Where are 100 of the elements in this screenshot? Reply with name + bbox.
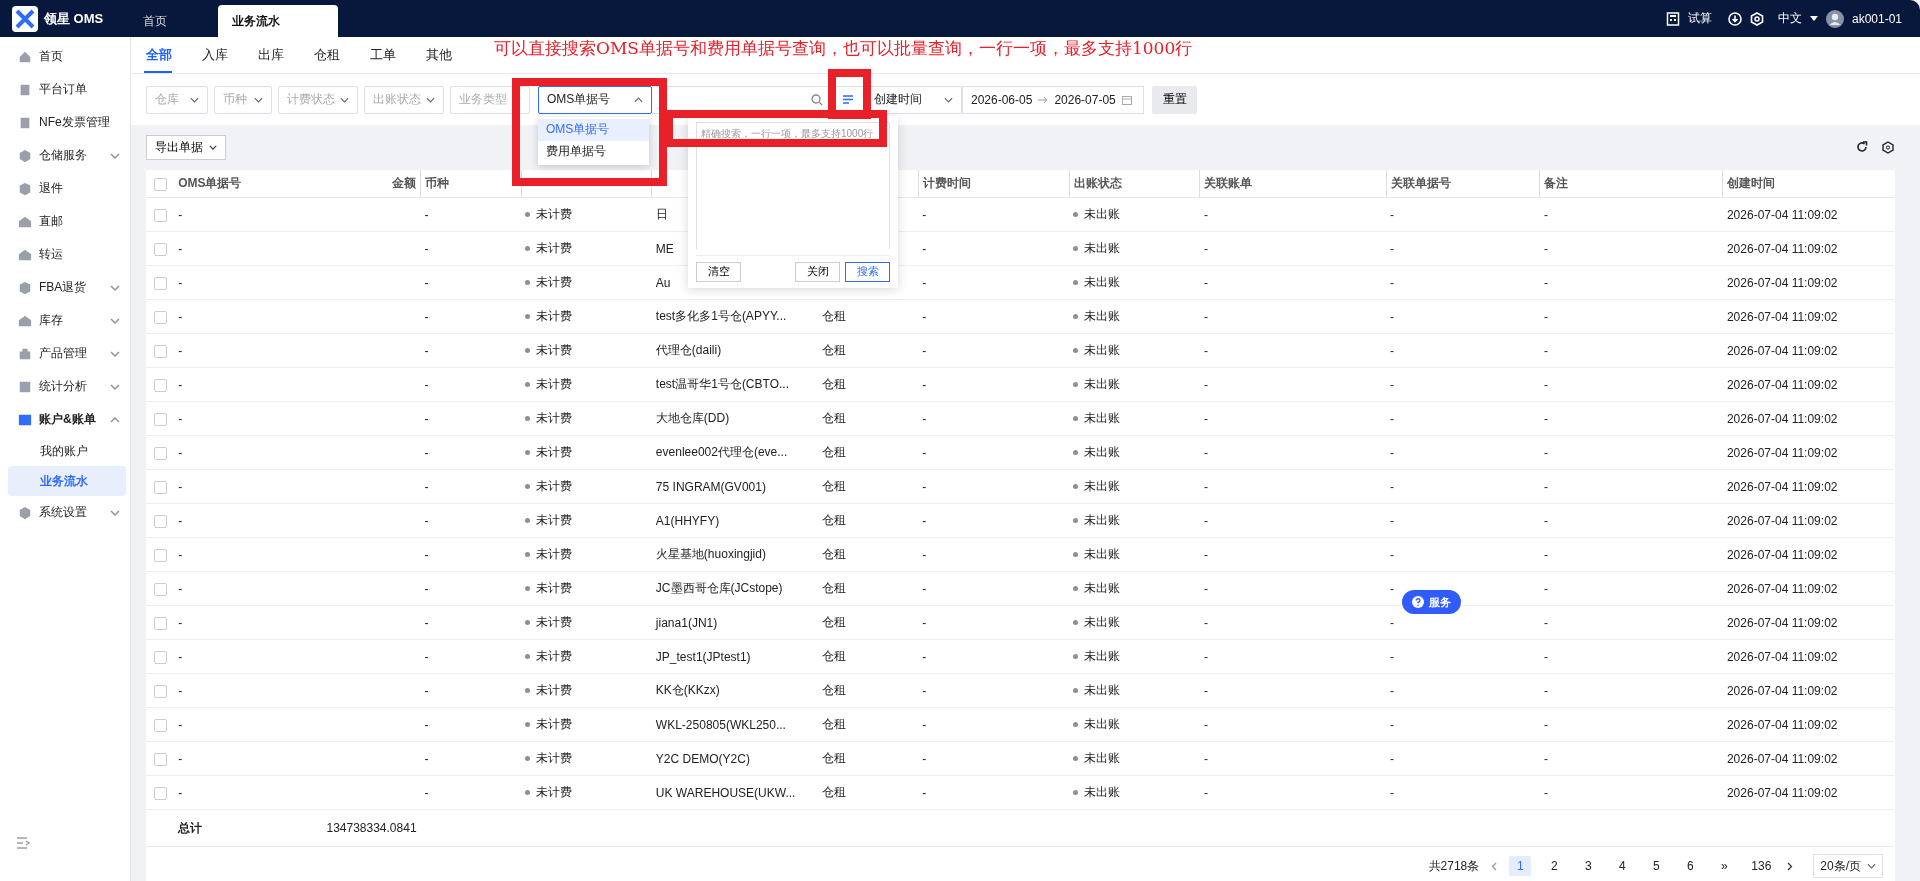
next-page-icon[interactable] [1787,861,1794,871]
help-icon [1412,596,1424,608]
sidebar-item[interactable]: 统计分析 [0,370,130,403]
download-icon[interactable] [1727,11,1742,26]
dropdown-option[interactable]: OMS单据号 [538,118,649,141]
status-label: 未出账 [1084,444,1121,461]
service-button[interactable]: 服务 [1402,590,1461,614]
sidebar-item[interactable]: 退件 [0,172,130,205]
chevron-down-icon[interactable] [110,152,120,159]
dropdown-option[interactable]: 费用单据号 [538,140,649,163]
calculator-icon[interactable] [1665,11,1680,26]
sidebar-item[interactable]: 平台订单 [0,73,130,106]
row-checkbox[interactable] [154,718,167,732]
sidebar-item[interactable]: 库存 [0,304,130,337]
table-cell: - [424,581,429,596]
caret-icon[interactable] [1809,15,1818,22]
select-all-checkbox[interactable] [154,177,167,191]
row-checkbox[interactable] [154,684,167,698]
status-dot-icon [1073,688,1079,693]
row-checkbox[interactable] [154,208,167,222]
page-number[interactable]: 136 [1747,856,1776,876]
status-label: 未出账 [1084,546,1121,563]
content-tab[interactable]: 全部 [144,37,172,73]
search-icon [811,93,823,106]
page-number[interactable]: 1 [1509,856,1532,876]
export-button[interactable]: 导出单据 [146,135,226,160]
table-cell: - [424,683,429,698]
settings-icon[interactable] [1749,11,1764,26]
sidebar-subitem[interactable]: 我的账户 [8,436,126,466]
row-checkbox[interactable] [154,582,167,596]
row-checkbox[interactable] [154,344,167,358]
page-number[interactable]: 4 [1611,856,1634,876]
page-tab[interactable]: 首页 [131,5,218,37]
sidebar-item[interactable]: 系统设置 [0,496,130,529]
menu-collapse-icon[interactable] [16,837,30,849]
content-tab[interactable]: 出库 [256,37,312,73]
sidebar-item[interactable]: NFe发票管理 [0,106,130,139]
sidebar-item[interactable]: 账户&账单 [0,403,130,436]
reset-button[interactable]: 重置 [1152,85,1197,114]
row-checkbox[interactable] [154,514,167,528]
chevron-up-icon[interactable] [110,416,120,423]
sidebar-item[interactable]: 产品管理 [0,337,130,370]
refresh-icon[interactable] [1856,141,1868,153]
column-settings-icon[interactable] [1882,141,1895,154]
table-cell: JC墨西哥仓库(JCstope) [655,581,783,595]
more-pages[interactable]: » [1713,856,1736,876]
table-cell: A1(HHYFY) [655,513,720,528]
row-checkbox[interactable] [154,752,167,766]
content-tab[interactable]: 入库 [200,37,256,73]
page-tab[interactable]: 业务流水 [218,5,338,37]
date-range-field[interactable]: 2026-06-05 2026-07-05 [962,85,1144,114]
status-label: 未出账 [1084,478,1121,495]
row-checkbox[interactable] [154,378,167,392]
prev-page-icon[interactable] [1491,861,1498,871]
username[interactable]: ak001-01 [1851,11,1902,26]
chevron-down-icon[interactable] [110,383,120,390]
chevron-down-icon[interactable] [110,350,120,357]
sidebar-item[interactable]: 首页 [0,40,130,73]
popover-button[interactable]: 关闭 [795,261,840,282]
row-checkbox[interactable] [154,786,167,800]
content-tab[interactable]: 其他 [424,37,480,73]
row-checkbox[interactable] [154,548,167,562]
chevron-down-icon[interactable] [110,317,120,324]
sidebar-subitem[interactable]: 业务流水 [8,466,126,496]
sidebar-item[interactable]: 直邮 [0,205,130,238]
popover-button[interactable]: 搜索 [845,261,890,282]
page-size-select[interactable]: 20条/页 [1813,854,1883,878]
row-checkbox[interactable] [154,446,167,460]
table-cell: - [922,615,927,630]
table-cell: - [922,547,927,562]
chevron-down-icon[interactable] [110,284,120,291]
row-checkbox[interactable] [154,650,167,664]
status-dot-icon [525,620,531,625]
avatar-icon[interactable] [1825,9,1844,28]
trial-calc-link[interactable]: 试算 [1687,10,1712,27]
row-checkbox[interactable] [154,480,167,494]
table-cell: - [1543,479,1548,494]
chevron-down-icon[interactable] [110,509,120,516]
popover-button[interactable]: 清空 [696,261,741,282]
page-number[interactable]: 2 [1543,856,1566,876]
table-cell: 2026-07-04 11:09:02 [1726,785,1838,800]
sidebar-item[interactable]: 转运 [0,238,130,271]
content-tab[interactable]: 仓租 [312,37,368,73]
table-cell: - [922,445,927,460]
row-checkbox[interactable] [154,616,167,630]
page-number[interactable]: 6 [1679,856,1702,876]
language-select[interactable]: 中文 [1777,10,1802,27]
row-checkbox[interactable] [154,412,167,426]
page-number[interactable]: 3 [1577,856,1600,876]
sidebar-item[interactable]: FBA退货 [0,271,130,304]
row-checkbox[interactable] [154,310,167,324]
row-checkbox[interactable] [154,242,167,256]
sidebar-item[interactable]: 仓储服务 [0,139,130,172]
page-number[interactable]: 5 [1645,856,1668,876]
table-cell: - [1203,411,1208,426]
table-cell: 2026-07-04 11:09:02 [1726,717,1838,732]
column-header: 备注 [1544,176,1569,190]
content-tab[interactable]: 工单 [368,37,424,73]
row-checkbox[interactable] [154,276,167,290]
search-type-select[interactable]: OMS单据号 [538,85,652,114]
